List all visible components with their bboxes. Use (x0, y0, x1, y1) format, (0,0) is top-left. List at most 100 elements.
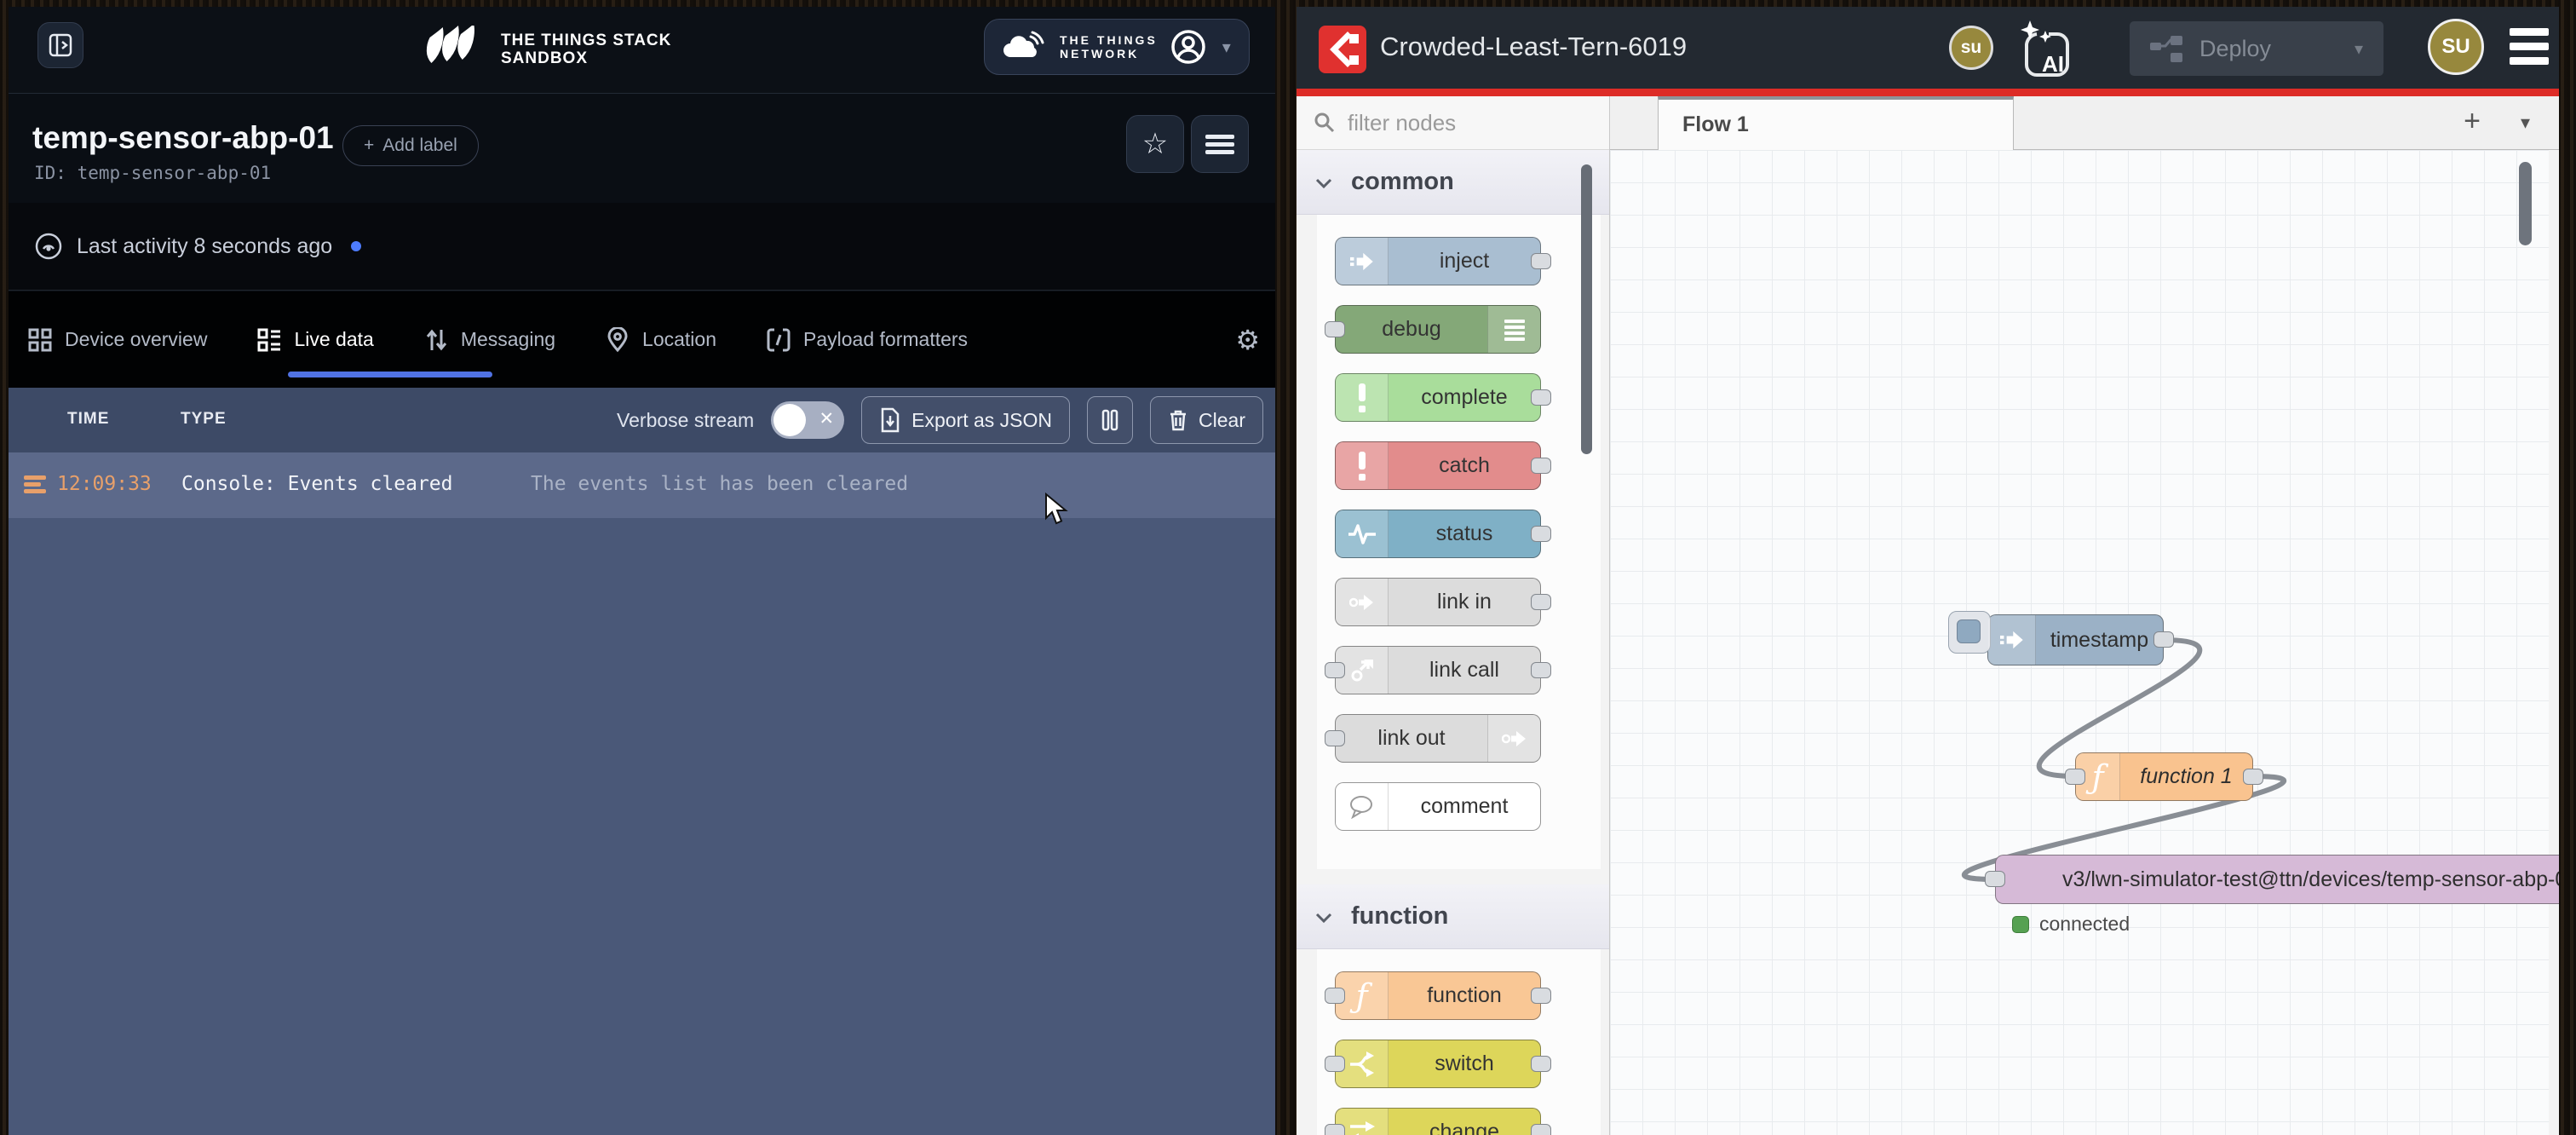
output-port[interactable] (1531, 253, 1551, 269)
tab-location[interactable]: Location (605, 291, 716, 388)
flow-tab[interactable]: Flow 1 (1658, 96, 2014, 150)
palette-node-debug[interactable]: debug (1335, 305, 1541, 354)
tts-brand: THE THINGS STACK SANDBOX (424, 26, 671, 73)
output-port[interactable] (2153, 631, 2174, 648)
input-port[interactable] (1325, 1056, 1345, 1072)
input-port[interactable] (1985, 871, 2005, 887)
star-icon: ☆ (1142, 127, 1168, 161)
palette-category-function[interactable]: function (1297, 884, 1609, 949)
search-placeholder: filter nodes (1348, 110, 1456, 136)
input-port[interactable] (1325, 662, 1345, 678)
inject-trigger-button[interactable] (1948, 611, 1991, 654)
hamburger-icon (1205, 131, 1234, 158)
tab-device-overview[interactable]: Device overview (27, 291, 207, 388)
add-flow-button[interactable]: + (2464, 105, 2481, 138)
add-label-button[interactable]: + Add label (342, 125, 479, 166)
palette-node-inject[interactable]: inject (1335, 237, 1541, 285)
export-json-button[interactable]: Export as JSON (861, 396, 1070, 444)
chevron-down-icon: ▾ (1222, 37, 1231, 58)
verbose-stream-toggle[interactable]: ✕ (771, 401, 844, 439)
chevron-down-icon (1315, 168, 1332, 196)
event-type: Console: Events cleared (181, 473, 453, 495)
grid-icon (27, 327, 53, 353)
user-badge-small[interactable]: su (1949, 26, 1993, 70)
tab-payload-formatters[interactable]: Payload formatters (766, 291, 968, 388)
output-port[interactable] (1531, 662, 1551, 678)
gear-icon[interactable]: ⚙ (1235, 324, 1260, 356)
page-title: temp-sensor-abp-01 (32, 120, 334, 156)
palette-category-common[interactable]: common (1297, 150, 1609, 215)
mqtt-out-node[interactable]: v3/lwn-simulator-test@ttn/devices/temp-s… (1995, 855, 2559, 904)
output-port[interactable] (1531, 389, 1551, 406)
chevron-down-icon (1315, 902, 1332, 930)
activity-bar: Last activity 8 seconds ago (9, 203, 1275, 291)
up-down-arrows-icon (423, 327, 449, 353)
event-log-row[interactable]: 12:09:33 Console: Events cleared The eve… (9, 452, 1275, 518)
pause-icon (1101, 409, 1118, 431)
verbose-stream-label: Verbose stream (617, 409, 754, 432)
flow-canvas[interactable]: timestamp ƒ function 1 v3/lwn-simulator-… (1610, 150, 2549, 1135)
palette-node-switch[interactable]: switch (1335, 1040, 1541, 1088)
palette-category-body: ƒfunction switch change (1317, 949, 1601, 1135)
input-port[interactable] (1325, 988, 1345, 1004)
event-detail: The events list has been cleared (531, 473, 908, 495)
mqtt-status: connected (2012, 913, 2130, 936)
deploy-button[interactable]: Deploy ▾ (2130, 21, 2383, 76)
input-port[interactable] (1325, 730, 1345, 746)
palette-node-link-out[interactable]: link out (1335, 714, 1541, 763)
device-id: ID: temp-sensor-abp-01 (34, 163, 271, 183)
ai-assistant-button[interactable]: AI (2016, 19, 2076, 80)
main-menu-button[interactable] (2510, 28, 2552, 67)
export-file-icon (879, 407, 901, 433)
output-port[interactable] (2243, 769, 2263, 785)
event-stream-icon (24, 473, 46, 496)
output-port[interactable] (1531, 988, 1551, 1004)
output-port[interactable] (1531, 458, 1551, 474)
inject-node-timestamp[interactable]: timestamp (1987, 614, 2164, 665)
palette-node-label: catch (1389, 442, 1540, 489)
palette-node-catch[interactable]: catch (1335, 441, 1541, 490)
palette-search-box[interactable]: filter nodes (1297, 96, 1609, 150)
network-name: THE THINGS NETWORK (1060, 33, 1158, 60)
input-port[interactable] (1325, 1124, 1345, 1135)
output-port[interactable] (1531, 526, 1551, 542)
comment-bubble-icon (1336, 783, 1389, 830)
device-tab-bar: Device overview Live data Messaging Loca… (9, 291, 1275, 388)
input-port[interactable] (1325, 321, 1345, 337)
palette-node-status[interactable]: status (1335, 510, 1541, 558)
pause-stream-button[interactable] (1087, 396, 1133, 444)
bookmark-star-button[interactable]: ☆ (1126, 115, 1184, 173)
column-header-type: TYPE (181, 410, 227, 429)
status-dot-connected (2012, 916, 2029, 933)
palette-node-function[interactable]: ƒfunction (1335, 971, 1541, 1020)
canvas-scrollbar[interactable] (2519, 162, 2532, 245)
deploy-caret-icon[interactable]: ▾ (2355, 38, 2363, 60)
palette-node-label: link in (1389, 579, 1540, 625)
output-port[interactable] (1531, 1124, 1551, 1135)
link-arrow-icon (1487, 715, 1540, 762)
tts-console-window: THE THINGS STACK SANDBOX THE THINGS NETW… (9, 7, 1275, 1135)
last-activity-text: Last activity 8 seconds ago (77, 234, 332, 259)
palette-node-link-call[interactable]: link call (1335, 646, 1541, 694)
node-label: function 1 (2120, 753, 2252, 800)
output-port[interactable] (1531, 1056, 1551, 1072)
sidebar-toggle-button[interactable] (37, 22, 83, 68)
palette-scrollbar[interactable] (1581, 164, 1592, 454)
palette-node-comment[interactable]: comment (1335, 782, 1541, 831)
palette-node-complete[interactable]: complete (1335, 373, 1541, 422)
device-menu-button[interactable] (1191, 115, 1249, 173)
node-label: timestamp (2036, 615, 2163, 665)
palette-node-change[interactable]: change (1335, 1108, 1541, 1135)
function-node-1[interactable]: ƒ function 1 (2075, 752, 2253, 801)
palette-node-label: link out (1336, 715, 1487, 762)
palette-node-link-in[interactable]: link in (1335, 578, 1541, 626)
cloud-network-icon (1000, 30, 1048, 64)
clear-events-button[interactable]: Clear (1150, 396, 1263, 444)
header-accent-line (1297, 89, 2559, 96)
output-port[interactable] (1531, 594, 1551, 610)
palette-node-label: switch (1389, 1040, 1540, 1087)
flow-list-caret[interactable]: ▾ (2521, 112, 2530, 134)
user-avatar[interactable]: SU (2428, 19, 2484, 75)
input-port[interactable] (2065, 769, 2085, 785)
network-selector[interactable]: THE THINGS NETWORK ▾ (984, 19, 1250, 75)
